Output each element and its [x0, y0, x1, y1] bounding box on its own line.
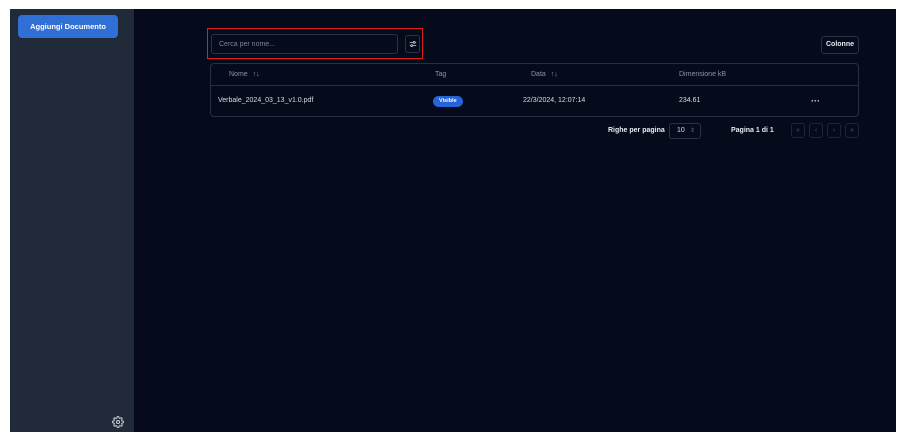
rows-per-page-label: Righe per pagina [608, 127, 665, 134]
main-content: Colonne Nome ↑↓ Tag Data ↑↓ Dimensione k… [134, 9, 896, 432]
column-header-date[interactable]: Data ↑↓ [531, 64, 558, 85]
gear-icon[interactable] [112, 415, 124, 428]
file-name-cell: Verbale_2024_03_13_v1.0.pdf [218, 97, 314, 104]
column-header-name[interactable]: Nome ↑↓ [229, 64, 260, 85]
next-page-button[interactable]: › [827, 123, 841, 138]
page-info: Pagina 1 di 1 [731, 127, 774, 134]
rows-per-page-select[interactable]: 10 ⇕ [669, 123, 701, 139]
table-row[interactable]: Verbale_2024_03_13_v1.0.pdf Visible 22/3… [211, 86, 858, 116]
documents-table: Nome ↑↓ Tag Data ↑↓ Dimensione kB Verbal… [210, 63, 859, 117]
rows-per-page-value: 10 [677, 127, 685, 134]
column-header-label: Nome [229, 71, 248, 78]
column-header-label: Dimensione kB [679, 71, 727, 78]
app-frame: Aggiungi Documento Colonne Nome [10, 9, 896, 432]
sidebar: Aggiungi Documento [10, 9, 134, 432]
tag-badge: Visible [433, 96, 463, 107]
chevron-updown-icon: ⇕ [689, 128, 695, 134]
column-header-tag: Tag [435, 64, 446, 85]
column-header-size: Dimensione kB [679, 64, 726, 85]
prev-page-button[interactable]: ‹ [809, 123, 823, 138]
sliders-icon [409, 41, 417, 47]
last-page-button[interactable]: » [845, 123, 859, 138]
row-actions-button[interactable]: ··· [811, 86, 820, 116]
filter-button[interactable] [405, 35, 420, 53]
column-header-label: Data [531, 71, 546, 78]
size-cell: 234.61 [679, 97, 701, 104]
sort-icon: ↑↓ [252, 71, 260, 78]
column-header-label: Tag [435, 71, 447, 78]
add-document-button[interactable]: Aggiungi Documento [18, 15, 118, 38]
date-cell: 22/3/2024, 12:07:14 [523, 97, 586, 104]
table-header: Nome ↑↓ Tag Data ↑↓ Dimensione kB [211, 64, 858, 86]
sort-icon: ↑↓ [550, 71, 558, 78]
first-page-button[interactable]: « [791, 123, 805, 138]
columns-button[interactable]: Colonne [821, 36, 859, 54]
search-input[interactable] [211, 34, 398, 54]
